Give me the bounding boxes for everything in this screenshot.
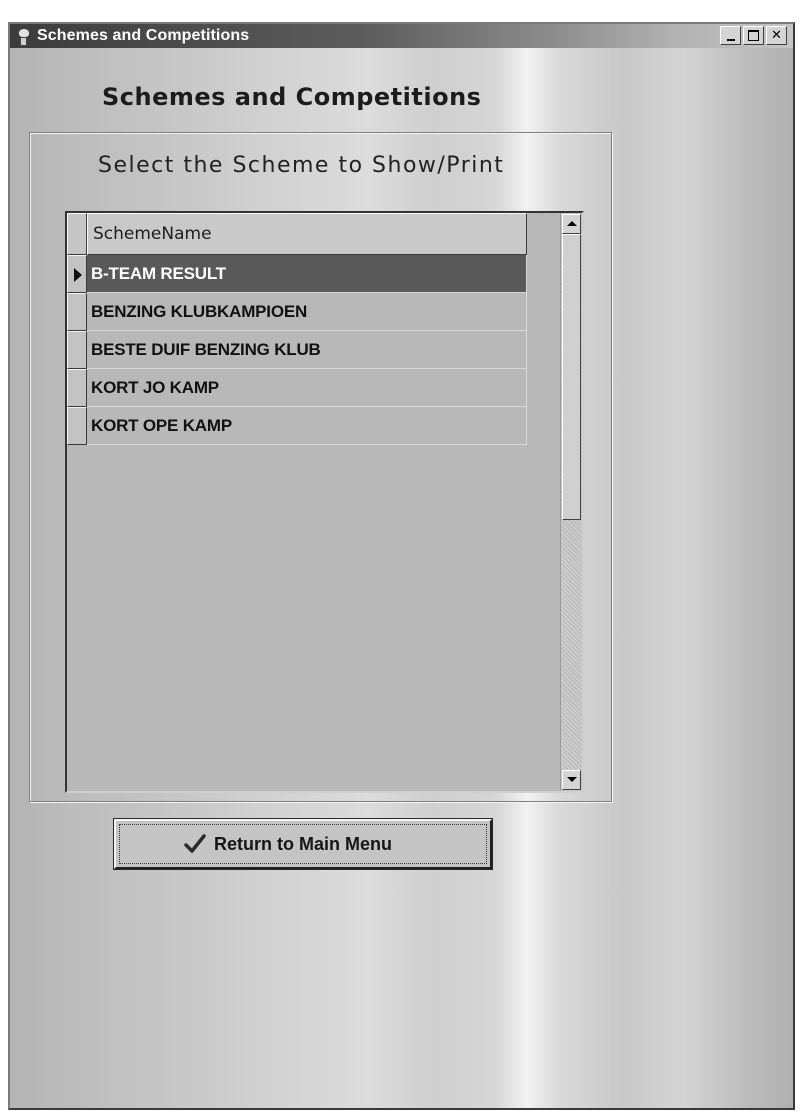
scroll-down-arrow-icon — [567, 777, 577, 782]
scheme-grid[interactable]: SchemeName B-TEAM RESULT BENZING KLUBKAMP… — [65, 211, 584, 793]
select-scheme-prompt: Select the Scheme to Show/Print — [98, 153, 505, 178]
scheme-group-panel: Select the Scheme to Show/Print SchemeNa… — [29, 132, 612, 802]
table-row[interactable]: B-TEAM RESULT — [67, 255, 527, 293]
maximize-icon — [748, 30, 759, 41]
row-indicator[interactable] — [67, 255, 87, 293]
vertical-scrollbar[interactable] — [560, 213, 582, 791]
return-to-main-menu-button[interactable]: Return to Main Menu — [113, 818, 493, 870]
window-controls: ✕ — [720, 26, 787, 45]
row-indicator[interactable] — [67, 331, 87, 369]
focus-ring — [119, 824, 487, 864]
minimize-button[interactable] — [720, 26, 741, 45]
table-row[interactable]: BESTE DUIF BENZING KLUB — [67, 331, 527, 369]
column-header-scheme-name[interactable]: SchemeName — [87, 213, 527, 255]
row-indicator[interactable] — [67, 407, 87, 445]
table-row[interactable]: KORT OPE KAMP — [67, 407, 527, 445]
pigeon-app-icon[interactable] — [14, 27, 32, 46]
scheme-name-cell[interactable]: KORT OPE KAMP — [87, 407, 527, 445]
row-indicator[interactable] — [67, 369, 87, 407]
scroll-down-button[interactable] — [562, 770, 581, 790]
scheme-name-cell[interactable]: BENZING KLUBKAMPIOEN — [87, 293, 527, 331]
close-button[interactable]: ✕ — [766, 26, 787, 45]
minimize-icon — [726, 39, 735, 41]
table-row[interactable]: KORT JO KAMP — [67, 369, 527, 407]
grid-body: SchemeName B-TEAM RESULT BENZING KLUBKAMP… — [67, 213, 560, 791]
scroll-up-button[interactable] — [562, 214, 581, 234]
main-window: Schemes and Competitions ✕ Schemes and C… — [8, 22, 795, 1110]
grid-header-row: SchemeName — [67, 213, 527, 255]
scheme-name-cell[interactable]: BESTE DUIF BENZING KLUB — [87, 331, 527, 369]
row-indicator-header — [67, 213, 87, 255]
scheme-name-cell[interactable]: B-TEAM RESULT — [87, 255, 527, 293]
scroll-up-arrow-icon — [567, 221, 577, 226]
maximize-button[interactable] — [743, 26, 764, 45]
table-row[interactable]: BENZING KLUBKAMPIOEN — [67, 293, 527, 331]
current-row-arrow-icon — [74, 268, 82, 282]
close-icon: ✕ — [771, 28, 782, 43]
title-bar[interactable]: Schemes and Competitions ✕ — [10, 24, 793, 48]
grid-rows: B-TEAM RESULT BENZING KLUBKAMPIOEN BESTE D… — [67, 255, 527, 445]
window-title: Schemes and Competitions — [37, 27, 250, 44]
page-heading: Schemes and Competitions — [102, 83, 482, 111]
scheme-name-cell[interactable]: KORT JO KAMP — [87, 369, 527, 407]
scrollbar-thumb[interactable] — [562, 234, 581, 520]
row-indicator[interactable] — [67, 293, 87, 331]
